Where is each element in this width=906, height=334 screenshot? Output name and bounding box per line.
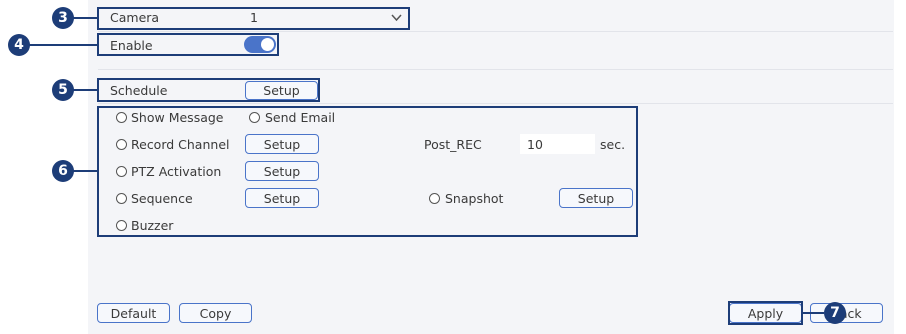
callout-badge: 4 — [8, 34, 30, 56]
show-message-label: Show Message — [131, 110, 224, 125]
buzzer-radio[interactable] — [116, 220, 127, 231]
snapshot-radio[interactable] — [429, 193, 440, 204]
record-channel-setup-button[interactable]: Setup — [245, 134, 319, 154]
camera-highlight — [97, 7, 410, 30]
callout-line — [72, 170, 98, 172]
send-email-radio[interactable] — [249, 112, 260, 123]
record-channel-label: Record Channel — [131, 137, 230, 152]
callout-badge: 3 — [52, 7, 74, 29]
post-rec-label: Post_REC — [424, 137, 482, 152]
post-rec-value: 10 — [527, 137, 543, 152]
ptz-setup-button[interactable]: Setup — [245, 161, 319, 181]
snapshot-label: Snapshot — [445, 191, 504, 206]
sequence-radio[interactable] — [116, 193, 127, 204]
callout-badge: 7 — [824, 302, 846, 324]
callout-line — [72, 17, 98, 19]
send-email-label: Send Email — [265, 110, 336, 125]
callout-line — [802, 312, 824, 314]
copy-button[interactable]: Copy — [179, 303, 252, 323]
separator — [98, 31, 893, 32]
callout-badge: 5 — [52, 79, 74, 101]
schedule-highlight — [97, 78, 320, 102]
default-button[interactable]: Default — [97, 303, 170, 323]
post-rec-unit: sec. — [600, 137, 626, 152]
sequence-setup-button[interactable]: Setup — [245, 188, 319, 208]
show-message-radio[interactable] — [116, 112, 127, 123]
separator — [98, 103, 893, 104]
sequence-label: Sequence — [131, 191, 193, 206]
callout-badge: 6 — [52, 160, 74, 182]
apply-highlight — [728, 301, 803, 325]
separator — [98, 69, 893, 70]
callout-line — [72, 89, 98, 91]
ptz-activation-radio[interactable] — [116, 166, 127, 177]
buzzer-label: Buzzer — [131, 218, 174, 233]
callout-line — [29, 44, 98, 46]
ptz-activation-label: PTZ Activation — [131, 164, 222, 179]
enable-highlight — [97, 33, 279, 56]
snapshot-setup-button[interactable]: Setup — [559, 188, 633, 208]
record-channel-radio[interactable] — [116, 139, 127, 150]
